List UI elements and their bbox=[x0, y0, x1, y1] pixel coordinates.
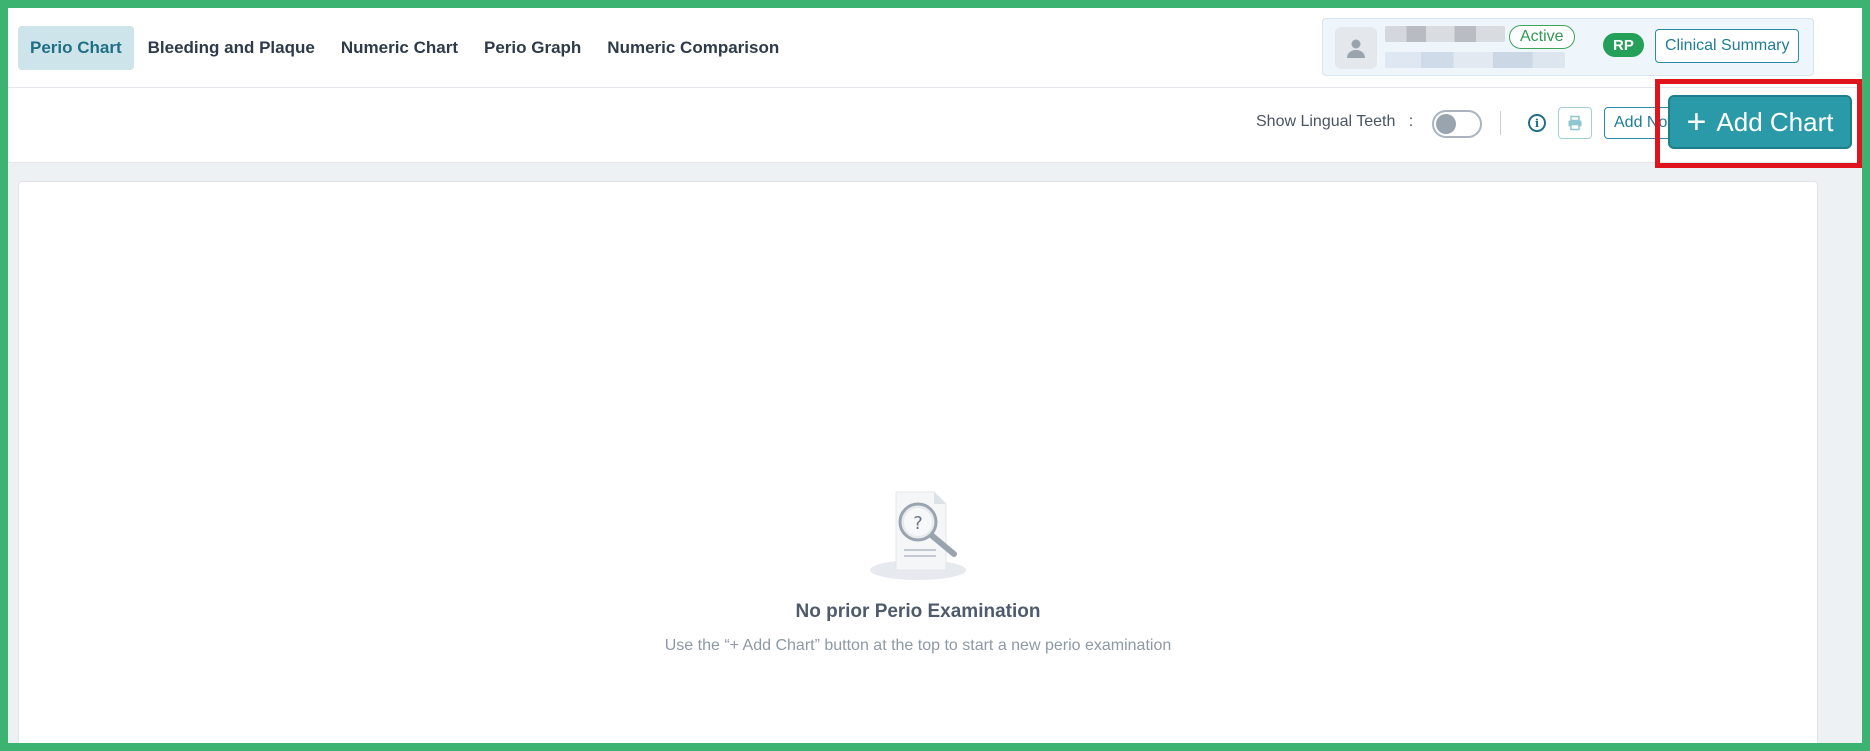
status-badge: Active bbox=[1509, 25, 1575, 49]
plus-icon: + bbox=[1686, 103, 1707, 141]
print-button[interactable] bbox=[1558, 107, 1592, 139]
clinical-summary-button[interactable]: Clinical Summary bbox=[1655, 29, 1800, 63]
printer-icon bbox=[1568, 115, 1582, 131]
top-navigation: Perio Chart Bleeding and Plaque Numeric … bbox=[8, 8, 1862, 88]
tab-bar: Perio Chart Bleeding and Plaque Numeric … bbox=[18, 26, 793, 70]
toggle-knob bbox=[1436, 114, 1456, 134]
patient-details-redacted bbox=[1385, 52, 1565, 68]
empty-state: ? No prior Perio Examination Use the “+ … bbox=[19, 482, 1817, 655]
avatar bbox=[1335, 27, 1377, 69]
empty-state-title: No prior Perio Examination bbox=[795, 601, 1041, 622]
tab-perio-chart[interactable]: Perio Chart bbox=[18, 26, 134, 70]
chart-content-area: ? No prior Perio Examination Use the “+ … bbox=[8, 163, 1862, 743]
patient-name-redacted bbox=[1385, 26, 1505, 42]
magnifier-document-icon: ? bbox=[870, 491, 966, 580]
user-icon bbox=[1347, 39, 1365, 58]
show-lingual-teeth-label: Show Lingual Teeth : bbox=[1256, 113, 1414, 130]
tab-numeric-comparison[interactable]: Numeric Comparison bbox=[595, 26, 791, 70]
provider-badge: RP bbox=[1603, 33, 1644, 57]
info-icon[interactable]: i bbox=[1528, 114, 1546, 132]
tab-perio-graph[interactable]: Perio Graph bbox=[472, 26, 593, 70]
svg-text:?: ? bbox=[913, 513, 923, 534]
app-frame: Perio Chart Bleeding and Plaque Numeric … bbox=[8, 8, 1862, 743]
add-chart-button[interactable]: + Add Chart bbox=[1668, 95, 1852, 149]
patient-card: Active RP Clinical Summary bbox=[1322, 18, 1814, 76]
tab-numeric-chart[interactable]: Numeric Chart bbox=[329, 26, 470, 70]
chart-toolbar: Show Lingual Teeth : i Add Note bbox=[8, 89, 1862, 163]
empty-state-subtitle: Use the “+ Add Chart” button at the top … bbox=[664, 637, 1172, 654]
add-chart-label: Add Chart bbox=[1716, 106, 1834, 137]
divider bbox=[1500, 111, 1501, 135]
show-lingual-teeth-toggle[interactable] bbox=[1432, 110, 1482, 138]
chart-panel: ? No prior Perio Examination Use the “+ … bbox=[18, 181, 1818, 743]
tab-bleeding-and-plaque[interactable]: Bleeding and Plaque bbox=[136, 26, 327, 70]
